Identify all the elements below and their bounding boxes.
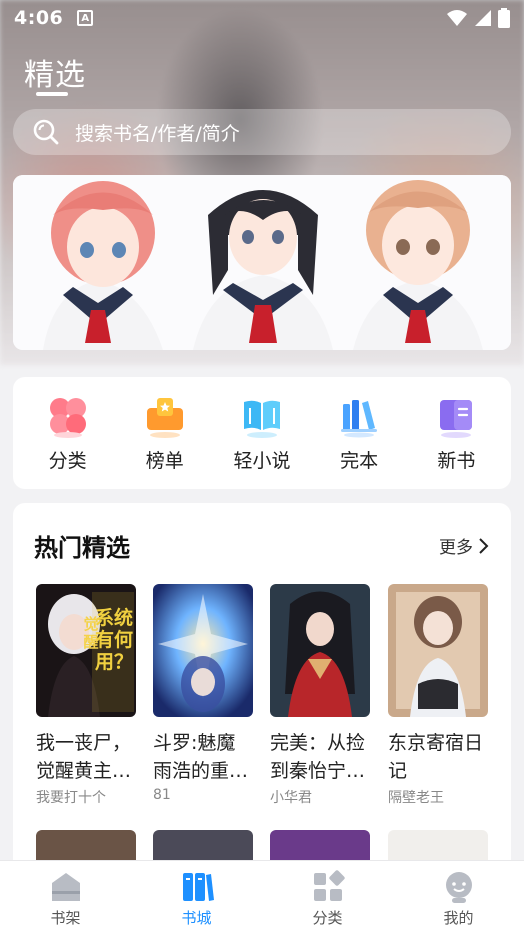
hot-picks-section: 热门精选 更多 系统 有何 用？ 觉 醒 我一丧尸，觉醒黄主系统有何用？ 我要打… xyxy=(13,503,511,883)
book-card[interactable]: 系统 有何 用？ 觉 醒 我一丧尸，觉醒黄主系统有何用？ 我要打十个 xyxy=(36,584,136,807)
quick-nav-completed[interactable]: 完本 xyxy=(319,394,399,473)
book-author: 我要打十个 xyxy=(36,790,106,806)
chevron-right-icon xyxy=(479,537,489,554)
book-author: 小华君 xyxy=(270,790,312,806)
page-title: 精选 xyxy=(24,58,86,93)
tab-bookshelf[interactable]: 书架 xyxy=(0,861,131,931)
book-title: 斗罗:魅魔雨浩的重生之路 xyxy=(153,732,249,782)
more-link[interactable]: 更多 xyxy=(439,533,489,558)
svg-text:系统: 系统 xyxy=(95,606,133,629)
wifi-icon xyxy=(447,10,467,26)
svg-text:觉: 觉 xyxy=(83,615,98,633)
quick-nav-new-books[interactable]: 新书 xyxy=(416,394,496,473)
book-card[interactable]: 东京寄宿日记 隔壁老王 xyxy=(388,584,488,807)
tab-label: 书城 xyxy=(181,909,212,927)
book-title: 东京寄宿日记 xyxy=(388,732,484,782)
search-icon xyxy=(31,117,61,147)
book-cover: 系统 有何 用？ 觉 醒 xyxy=(36,584,136,717)
open-book-icon xyxy=(243,400,280,438)
book-cover xyxy=(388,584,488,717)
notification-a-icon: A xyxy=(77,10,94,26)
signal-icon xyxy=(475,10,491,26)
new-book-icon xyxy=(440,399,473,438)
svg-text:醒: 醒 xyxy=(83,633,98,651)
tab-profile[interactable]: 我的 xyxy=(393,861,524,931)
tab-bookstore[interactable]: 书城 xyxy=(131,861,262,931)
quick-nav-label: 分类 xyxy=(48,449,87,472)
book-title: 我一丧尸，觉醒黄主系统有何用？ xyxy=(36,732,132,782)
battery-icon xyxy=(498,8,510,28)
quick-nav-label: 轻小说 xyxy=(233,449,291,472)
tab-label: 我的 xyxy=(443,909,474,927)
book-cover xyxy=(270,584,370,717)
title-underline xyxy=(36,92,68,96)
book-cover xyxy=(153,584,253,717)
anime-girls-illustration xyxy=(13,175,511,350)
tab-label: 分类 xyxy=(312,909,343,927)
bottom-tab-bar: 书架 书城 分类 我的 xyxy=(0,860,524,931)
tab-category[interactable]: 分类 xyxy=(262,861,393,931)
books-stack-icon xyxy=(341,399,378,437)
search-bar[interactable]: 搜索书名/作者/简介 xyxy=(13,109,511,155)
ranking-icon xyxy=(146,397,183,438)
quick-nav-label: 新书 xyxy=(437,449,476,472)
bookstore-icon xyxy=(182,873,214,901)
status-time: 4:06 xyxy=(14,7,64,29)
quick-nav-light-novel[interactable]: 轻小说 xyxy=(222,394,302,473)
more-label: 更多 xyxy=(439,538,473,558)
quick-nav: 分类 榜单 轻小说 完本 新书 xyxy=(13,377,511,489)
status-bar: 4:06 A xyxy=(0,0,524,36)
category-grid-icon xyxy=(313,870,345,901)
svg-text:有何: 有何 xyxy=(95,628,133,651)
quick-nav-label: 完本 xyxy=(340,449,379,472)
book-card[interactable]: 斗罗:魅魔雨浩的重生之路 81 xyxy=(153,584,253,803)
quick-nav-ranking[interactable]: 榜单 xyxy=(125,394,205,473)
category-clover-icon xyxy=(49,397,86,438)
svg-text:用？: 用？ xyxy=(95,651,133,673)
book-card[interactable]: 完美：从捡到秦怡宁开始 小华君 xyxy=(270,584,370,807)
quick-nav-label: 榜单 xyxy=(145,449,184,472)
book-author: 隔壁老王 xyxy=(388,790,444,806)
search-input[interactable]: 搜索书名/作者/简介 xyxy=(75,119,240,146)
book-title: 完美：从捡到秦怡宁开始 xyxy=(270,732,366,782)
bookshelf-icon xyxy=(51,873,80,901)
tab-label: 书架 xyxy=(50,909,81,927)
section-title: 热门精选 xyxy=(34,534,130,562)
quick-nav-category[interactable]: 分类 xyxy=(28,394,108,473)
profile-icon xyxy=(445,872,472,903)
status-icons xyxy=(446,8,510,28)
book-author: 81 xyxy=(153,787,171,803)
banner-image[interactable] xyxy=(13,175,511,350)
